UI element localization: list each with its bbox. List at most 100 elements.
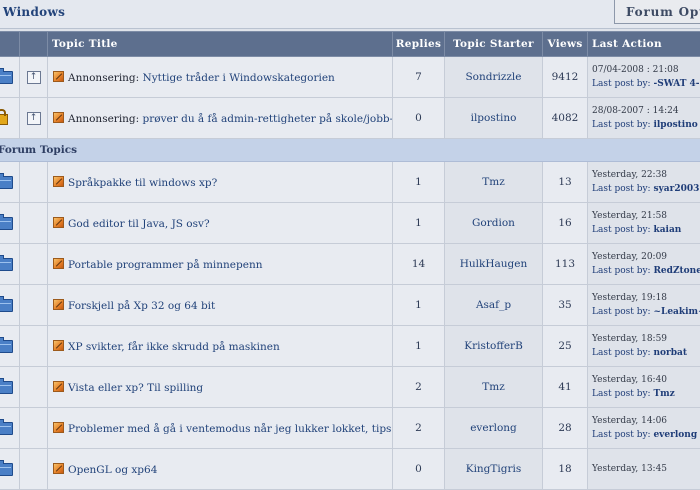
last-action-time: Yesterday, 21:58	[592, 209, 700, 223]
last-poster-link[interactable]: ilpostino	[653, 120, 697, 130]
replies-count: 0	[393, 449, 445, 490]
topic-starter-link[interactable]: everlong	[470, 422, 517, 434]
topic-starter-link[interactable]: Sondrizzle	[465, 71, 521, 83]
views-count: 16	[543, 203, 588, 244]
last-post-label: Last post by:	[592, 430, 653, 440]
topic-link[interactable]: Nyttige tråder i Windowskategorien	[143, 72, 335, 84]
last-action-time: Yesterday, 20:09	[592, 250, 700, 264]
post-icon	[53, 112, 64, 123]
lock-icon	[0, 114, 8, 125]
views-count: 4082	[543, 98, 588, 139]
views-count: 25	[543, 326, 588, 367]
table-row: OpenGL og xp64 0 KingTigris 18 Yesterday, 13…	[0, 449, 700, 490]
replies-count: 1	[393, 285, 445, 326]
table-header-row: Topic Title Replies Topic Starter Views …	[0, 32, 700, 57]
topic-starter-link[interactable]: HulkHaugen	[460, 258, 528, 270]
column-header-last-action[interactable]: Last Action	[588, 32, 700, 57]
views-count: 35	[543, 285, 588, 326]
table-row: Språkpakke til windows xp? 1 Tmz 13 Yesterda…	[0, 162, 700, 203]
topic-starter-link[interactable]: Tmz	[482, 176, 505, 188]
last-action-time: Yesterday, 22:38	[592, 168, 700, 182]
topic-link[interactable]: Vista eller xp? Til spilling	[68, 382, 203, 394]
last-poster-link[interactable]: everlong	[653, 430, 697, 440]
replies-count: 0	[393, 98, 445, 139]
last-poster-link[interactable]: syar2003	[653, 184, 699, 194]
topic-link[interactable]: prøver du å få admin-rettigheter på skol…	[143, 113, 393, 125]
topic-starter-link[interactable]: Gordion	[472, 217, 515, 229]
table-row: Vista eller xp? Til spilling2Tmz41Yester…	[0, 367, 700, 408]
topic-starter-link[interactable]: KristofferB	[464, 340, 523, 352]
last-action-time: 07/04-2008 : 21:08	[592, 63, 700, 77]
topic-link[interactable]: Problemer med å gå i ventemodus når jeg …	[68, 423, 393, 435]
last-post-label: Last post by:	[592, 184, 653, 194]
column-header-replies[interactable]: Replies	[393, 32, 445, 57]
topic-starter-link[interactable]: Asaf_p	[476, 299, 511, 311]
last-post-label: Last post by:	[592, 266, 653, 276]
table-row: XP svikter, får ikke skrudd på maskinen1…	[0, 326, 700, 367]
folder-icon	[0, 176, 13, 189]
announcement-prefix: Annonsering:	[68, 113, 143, 125]
last-poster-link[interactable]: kaian	[653, 225, 681, 235]
replies-count: 1	[393, 203, 445, 244]
last-poster-link[interactable]: RedZtone	[653, 266, 700, 276]
last-poster-link[interactable]: -SWAT 4-	[653, 79, 699, 89]
section-header-row: Forum Topics	[0, 139, 700, 162]
topic-link[interactable]: Forskjell på Xp 32 og 64 bit	[68, 300, 215, 312]
announcement-row: ↑ Annonsering: Nyttige tråder i Windowsk…	[0, 57, 700, 98]
folder-icon	[0, 71, 13, 84]
folder-icon	[0, 299, 13, 312]
table-row: Portable programmer på minnepenn14HulkHa…	[0, 244, 700, 285]
views-count: 28	[543, 408, 588, 449]
column-header-topic-title[interactable]: Topic Title	[48, 32, 393, 57]
folder-icon	[0, 258, 13, 271]
post-icon	[53, 71, 64, 82]
last-post-label: Last post by:	[592, 389, 653, 399]
topic-link[interactable]: Portable programmer på minnepenn	[68, 259, 262, 271]
topic-starter-link[interactable]: ilpostino	[471, 112, 517, 124]
replies-count: 7	[393, 57, 445, 98]
views-count: 113	[543, 244, 588, 285]
topic-link[interactable]: XP svikter, får ikke skrudd på maskinen	[68, 341, 280, 353]
topic-link[interactable]: God editor til Java, JS osv?	[68, 218, 210, 230]
topic-list: Språkpakke til windows xp? 1 Tmz 13 Yesterda…	[0, 162, 700, 490]
topic-starter-link[interactable]: Tmz	[482, 381, 505, 393]
table-row: Forskjell på Xp 32 og 64 bit1Asaf_p35Yes…	[0, 285, 700, 326]
replies-count: 2	[393, 367, 445, 408]
views-count: 9412	[543, 57, 588, 98]
table-row: Problemer med å gå i ventemodus når jeg …	[0, 408, 700, 449]
announcement-prefix: Annonsering:	[68, 72, 143, 84]
last-action-time: 28/08-2007 : 14:24	[592, 104, 700, 118]
last-action-time: Yesterday, 13:45	[592, 462, 700, 476]
replies-count: 1	[393, 162, 445, 203]
post-icon	[53, 176, 64, 187]
forum-title: Windows	[3, 5, 65, 19]
last-poster-link[interactable]: ~Leakim~	[653, 307, 700, 317]
folder-icon	[0, 463, 13, 476]
table-row: God editor til Java, JS osv? 1 Gordion 16 Ye…	[0, 203, 700, 244]
last-post-label: Last post by:	[592, 307, 653, 317]
last-post-label: Last post by:	[592, 348, 653, 358]
post-icon	[53, 381, 64, 392]
forum-options-button[interactable]: Forum Options	[614, 0, 700, 24]
last-poster-link[interactable]: norbat	[653, 348, 687, 358]
pinned-arrow-icon: ↑	[27, 112, 41, 125]
views-count: 18	[543, 449, 588, 490]
folder-icon	[0, 217, 13, 230]
post-icon	[53, 258, 64, 269]
post-icon	[53, 463, 64, 474]
folder-icon	[0, 422, 13, 435]
topic-starter-link[interactable]: KingTigris	[466, 463, 522, 475]
topic-link[interactable]: Språkpakke til windows xp?	[68, 177, 217, 189]
last-post-label: Last post by:	[592, 120, 653, 130]
last-post-label: Last post by:	[592, 79, 653, 89]
announcement-row: ↑ Annonsering: prøver du å få admin-rett…	[0, 98, 700, 139]
topic-table: Topic Title Replies Topic Starter Views …	[0, 31, 700, 490]
last-action-time: Yesterday, 16:40	[592, 373, 700, 387]
last-poster-link[interactable]: Tmz	[653, 389, 674, 399]
forum-header: Windows Forum Options	[0, 0, 700, 29]
post-icon	[53, 217, 64, 228]
column-header-topic-starter[interactable]: Topic Starter	[445, 32, 543, 57]
column-header-views[interactable]: Views	[543, 32, 588, 57]
topic-link[interactable]: OpenGL og xp64	[68, 464, 157, 476]
views-count: 13	[543, 162, 588, 203]
